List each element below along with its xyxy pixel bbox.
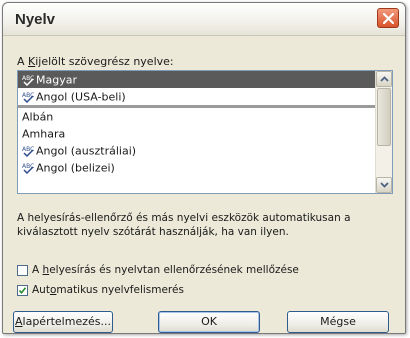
language-item[interactable]: ABC Angol (belizei) — [18, 159, 376, 176]
language-item-label: Angol (USA-beli) — [36, 90, 126, 104]
vertical-scrollbar[interactable] — [375, 71, 392, 193]
spellcheck-icon: ABC — [22, 74, 35, 87]
close-button[interactable] — [377, 8, 399, 28]
spellcheck-icon: ABC — [22, 162, 35, 175]
title-bar[interactable]: Nyelv — [3, 3, 405, 36]
scroll-down-button[interactable] — [376, 177, 392, 193]
scroll-up-button[interactable] — [376, 71, 392, 87]
language-item[interactable]: ABC Magyar — [18, 71, 376, 88]
skip-spellcheck-checkbox[interactable] — [17, 264, 28, 276]
language-item[interactable]: ABC Angol (ausztráliai) — [18, 142, 376, 159]
dialog-title: Nyelv — [15, 11, 56, 28]
spellcheck-icon: ABC — [22, 91, 35, 104]
ok-button[interactable]: OK — [158, 311, 260, 333]
language-item-label: Albán — [22, 110, 54, 124]
skip-spellcheck-option[interactable]: A helyesírás és nyelvtan ellenőrzésének … — [17, 262, 299, 278]
auto-detect-label: Automatikus nyelvfelismerés — [32, 284, 184, 296]
skip-spellcheck-label: A helyesírás és nyelvtan ellenőrzésének … — [32, 264, 299, 276]
scrollbar-thumb[interactable] — [377, 88, 391, 146]
language-list-label: A Kijelölt szövegrész nyelve: — [17, 55, 174, 68]
language-item[interactable]: Amhara — [18, 125, 376, 142]
language-item[interactable]: ABC Angol (USA-beli) — [18, 88, 376, 105]
language-item-label: Angol (ausztráliai) — [36, 144, 137, 158]
spellcheck-icon: ABC — [22, 145, 35, 158]
auto-detect-checkbox[interactable] — [17, 284, 28, 296]
cancel-button[interactable]: Mégse — [287, 311, 389, 333]
language-item-label: Angol (belizei) — [36, 161, 115, 175]
language-listbox[interactable]: ABC Magyar ABC Angol (USA-beli) Albán Amhara A… — [17, 70, 393, 194]
auto-detect-option[interactable]: Automatikus nyelvfelismerés — [17, 282, 184, 298]
language-list: ABC Magyar ABC Angol (USA-beli) Albán Amhara A… — [18, 71, 376, 176]
info-text: A helyesírás-ellenőrző és más nyelvi esz… — [17, 212, 351, 238]
language-dialog: Nyelv A Kijelölt szövegrész nyelve: ABC M… — [2, 2, 406, 334]
language-item-label: Magyar — [36, 73, 77, 87]
language-item[interactable]: Albán — [18, 108, 376, 125]
default-button[interactable]: Alapértelmezés... — [13, 311, 113, 333]
language-item-label: Amhara — [22, 127, 66, 141]
